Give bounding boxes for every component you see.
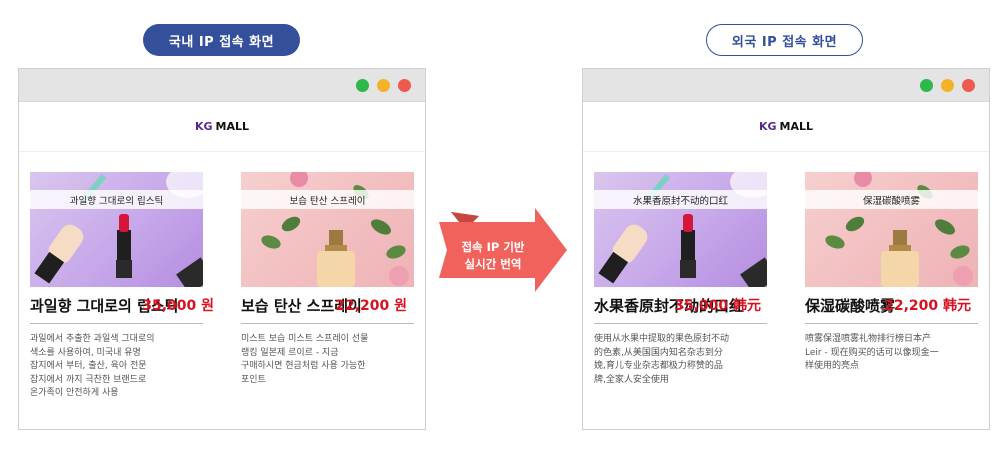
product-price: 35,000 원 — [142, 298, 214, 314]
product-card-spray[interactable]: 보습 탄산 스프레이 보습 탄산 스프레이 미스트 보습 미스트 스프레이 선물… — [241, 172, 414, 399]
product-card-lipstick[interactable]: 水果香原封不动的口红 水果香原封不动的口红 使用从水果中提取的果色原封不动 的色… — [594, 172, 767, 399]
product-image-spray[interactable]: 保湿碳酸喷雾 — [805, 172, 978, 287]
domestic-ip-label: 국내 IP 접속 화면 — [143, 24, 300, 56]
window-close-button[interactable] — [962, 79, 975, 92]
translation-arrow-label: 접속 IP 기반 실시간 번역 — [461, 240, 525, 271]
product-image-spray[interactable]: 보습 탄산 스프레이 — [241, 172, 414, 287]
domestic-browser-window: KG MALL 과일향 그대로의 립스틱 과일향 그대로의 립스틱 과일에서 추… — [18, 68, 426, 430]
product-price: 22,200 원 — [335, 298, 407, 314]
site-logo[interactable]: KG MALL — [583, 102, 989, 152]
foreign-browser-window: KG MALL 水果香原封不动的口红 水果香原封不动的口红 使用从水果中提取的果… — [582, 68, 990, 430]
window-maximize-button[interactable] — [356, 79, 369, 92]
browser-titlebar — [583, 69, 989, 102]
product-price: 22,200 韩元 — [884, 298, 971, 314]
site-logo[interactable]: KG MALL — [19, 102, 425, 152]
window-maximize-button[interactable] — [920, 79, 933, 92]
foreign-ip-label: 외국 IP 접속 화면 — [706, 24, 863, 56]
logo-name: MALL — [215, 120, 250, 133]
product-description: 喷雾保湿喷雾礼物排行榜日本产 Leir - 现在购买的话可以像现金一 样使用的亮… — [805, 334, 939, 371]
logo-mark: KG — [194, 120, 213, 133]
logo-name: MALL — [779, 120, 814, 133]
browser-titlebar — [19, 69, 425, 102]
window-minimize-button[interactable] — [377, 79, 390, 92]
product-description: 使用从水果中提取的果色原封不动 的色素,从美国国内知名杂志到分 娩,育儿专业杂志… — [594, 334, 730, 385]
image-caption-band: 保湿碳酸喷雾 — [805, 190, 978, 209]
image-caption-band: 보습 탄산 스프레이 — [241, 190, 414, 209]
product-price: 35,000 韩元 — [674, 298, 761, 314]
product-image-lipstick[interactable]: 水果香原封不动的口红 — [594, 172, 767, 287]
image-caption-band: 과일향 그대로의 립스틱 — [30, 190, 203, 209]
product-description: 미스트 보습 미스트 스프레이 선물 랭킹 일본제 르이르 - 지금 구매하시면… — [241, 334, 369, 385]
product-card-spray[interactable]: 保湿碳酸喷雾 保湿碳酸喷雾 喷雾保湿喷雾礼物排行榜日本产 Leir - 现在购买… — [805, 172, 978, 399]
image-caption-band: 水果香原封不动的口红 — [594, 190, 767, 209]
window-close-button[interactable] — [398, 79, 411, 92]
window-minimize-button[interactable] — [941, 79, 954, 92]
product-card-lipstick[interactable]: 과일향 그대로의 립스틱 과일향 그대로의 립스틱 과일에서 추출한 과일색 그… — [30, 172, 203, 399]
logo-mark: KG — [758, 120, 777, 133]
product-image-lipstick[interactable]: 과일향 그대로의 립스틱 — [30, 172, 203, 287]
product-description: 과일에서 추출한 과일색 그대로의 색소를 사용하여, 미국내 유명 잡지에서 … — [30, 334, 155, 398]
